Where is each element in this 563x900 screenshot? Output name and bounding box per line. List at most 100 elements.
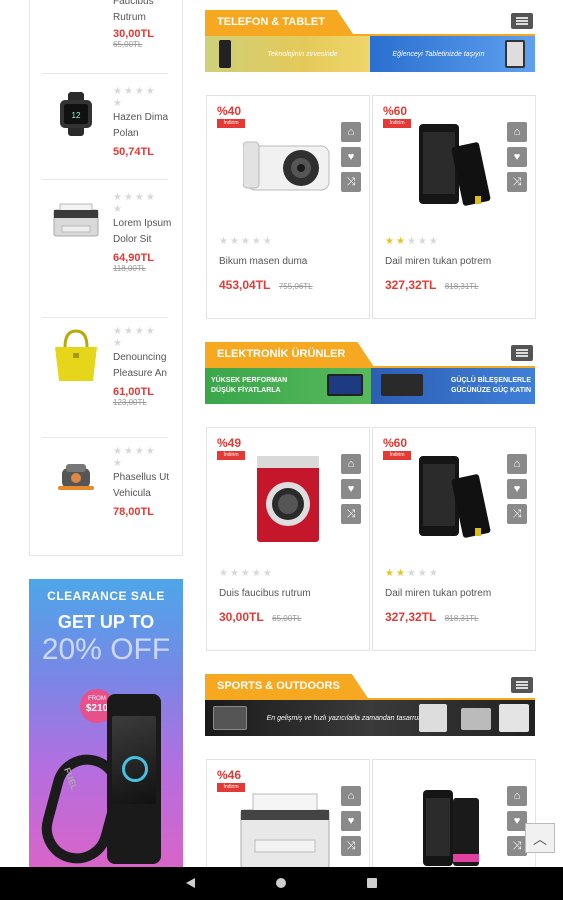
- grid-view-icon[interactable]: [511, 677, 533, 693]
- phone-image[interactable]: [413, 122, 493, 217]
- product-price: 30,00TL: [113, 28, 154, 40]
- shopping-bag-icon[interactable]: ⌂: [341, 122, 361, 142]
- printer-image[interactable]: [50, 194, 102, 246]
- product-card[interactable]: ⌂ ♥ ⤨: [372, 759, 536, 867]
- product-old-price: 755,06TL: [278, 282, 313, 291]
- price-row: 453,04TL 755,06TL: [219, 276, 313, 294]
- back-icon[interactable]: [186, 878, 195, 888]
- section-title[interactable]: TELEFON & TABLET: [205, 10, 353, 34]
- product-name[interactable]: Hazen Dima Polan: [113, 110, 173, 142]
- list-item[interactable]: ★★★★ ★ Denouncing Pleasure An 61,00TL 123…: [42, 318, 168, 438]
- grid-view-icon[interactable]: [511, 13, 533, 29]
- product-old-price: 118,00TL: [113, 264, 147, 273]
- product-price: 61,00TL: [113, 386, 154, 398]
- sidebar-product-list: Faucibus Rutrum 30,00TL 65,00TL 12 ★★★★ ★…: [29, 0, 183, 556]
- shuffle-icon[interactable]: ⤨: [341, 504, 361, 524]
- product-name[interactable]: Denouncing Pleasure An: [113, 350, 173, 382]
- phone-image[interactable]: [413, 454, 493, 549]
- home-icon[interactable]: [276, 878, 286, 888]
- product-name[interactable]: Faucibus Rutrum: [113, 0, 173, 26]
- banner-left-text: En gelişmiş ve hızlı yazıcılarla zamanda…: [266, 714, 436, 722]
- promo-title: CLEARANCE SALE: [47, 589, 165, 603]
- shopping-bag-icon[interactable]: ⌂: [507, 454, 527, 474]
- svg-text:12: 12: [72, 111, 81, 120]
- shopping-bag-icon[interactable]: ⌂: [507, 122, 527, 142]
- price-row: 327,32TL 818,31TL: [385, 608, 479, 626]
- list-item[interactable]: 12 ★★★★ ★ Hazen Dima Polan 50,74TL: [42, 74, 168, 180]
- banner-left: YÜKSEK PERFORMAN DÜŞÜK FİYATLARLA: [205, 368, 371, 404]
- heart-icon[interactable]: ♥: [341, 811, 361, 831]
- washer-image[interactable]: [255, 454, 321, 549]
- shopping-bag-icon[interactable]: ⌂: [341, 454, 361, 474]
- banner-left-text: Teknolojinin zirvesinde: [267, 50, 338, 58]
- product-name[interactable]: Phasellus Ut Vehicula: [113, 470, 173, 502]
- chevron-up-icon[interactable]: ︿: [525, 823, 555, 853]
- shuffle-icon[interactable]: ⤨: [341, 172, 361, 192]
- shopping-bag-icon[interactable]: ⌂: [341, 786, 361, 806]
- printer-image: [499, 704, 529, 732]
- product-name[interactable]: Duis faucibus rutrum: [219, 588, 311, 599]
- product-name[interactable]: Lorem Ipsum Dolor Sit: [113, 216, 173, 248]
- section-title[interactable]: SPORTS & OUTDOORS: [205, 674, 368, 698]
- printer-image: [213, 706, 247, 730]
- category-banner-electronics[interactable]: YÜKSEK PERFORMAN DÜŞÜK FİYATLARLA GÜÇLÜ …: [205, 368, 535, 404]
- banner-left: Teknolojinin zirvesinde: [205, 36, 370, 72]
- product-name[interactable]: Dail miren tukan potrem: [385, 588, 491, 599]
- recent-apps-icon[interactable]: [367, 878, 377, 888]
- discount-label: %60: [383, 104, 408, 118]
- heart-icon[interactable]: ♥: [507, 811, 527, 831]
- list-item[interactable]: ★★★★ ★ Lorem Ipsum Dolor Sit 64,90TL 118,…: [42, 180, 171, 318]
- heart-icon[interactable]: ♥: [507, 479, 527, 499]
- camera-image[interactable]: [242, 138, 333, 199]
- cooker-image[interactable]: [50, 450, 102, 502]
- discount-tag: İndirim: [383, 119, 411, 128]
- discount-tag: İndirim: [217, 783, 245, 792]
- rating-stars: ★★★★★: [385, 568, 440, 579]
- grid-view-icon[interactable]: [511, 345, 533, 361]
- phone-screen: [112, 716, 156, 804]
- product-old-price: 123,00TL: [113, 398, 147, 407]
- banner-right: Eğlenceyi Tabletinizde taşıyın: [370, 36, 535, 72]
- promo-subtitle: GET UP TO: [57, 612, 155, 632]
- category-banner-sports[interactable]: En gelişmiş ve hızlı yazıcılarla zamanda…: [205, 700, 535, 736]
- shuffle-icon[interactable]: ⤨: [507, 504, 527, 524]
- product-name[interactable]: Dail miren tukan potrem: [385, 256, 491, 267]
- product-card[interactable]: %60 İndirim ⌂ ♥ ⤨ ★★★★★ Dail miren tukan…: [372, 95, 536, 319]
- shuffle-icon[interactable]: ⤨: [341, 836, 361, 856]
- rating-stars: ★★★★★: [113, 446, 157, 469]
- laptop-image: [327, 374, 363, 396]
- heart-icon[interactable]: ♥: [341, 147, 361, 167]
- list-item[interactable]: ★★★★ ★ Phasellus Ut Vehicula 78,00TL: [42, 438, 169, 538]
- section-title[interactable]: ELEKTRONİK ÜRÜNLER: [205, 342, 373, 366]
- category-banner-phones[interactable]: Teknolojinin zirvesinde Eğlenceyi Tablet…: [205, 36, 535, 72]
- banner-right-text: Eğlenceyi Tabletinizde taşıyın: [392, 50, 485, 58]
- card-actions: ⌂ ♥ ⤨: [507, 454, 527, 529]
- shuffle-icon[interactable]: ⤨: [507, 172, 527, 192]
- product-name[interactable]: Bikum masen duma: [219, 256, 307, 267]
- phone-image[interactable]: [419, 788, 489, 873]
- badge-from: FROM: [88, 696, 106, 702]
- system-nav-bar: [0, 867, 563, 900]
- graphics-card-image: [381, 374, 423, 396]
- heart-icon[interactable]: ♥: [507, 147, 527, 167]
- price-row: 327,32TL 818,31TL: [385, 276, 479, 294]
- handbag-image[interactable]: [50, 326, 102, 384]
- smartwatch-image[interactable]: 12: [50, 88, 102, 140]
- section-header-phones: TELEFON & TABLET: [205, 10, 535, 36]
- heart-icon[interactable]: ♥: [341, 479, 361, 499]
- printer-image[interactable]: [237, 792, 333, 873]
- discount-tag: İndirim: [383, 451, 411, 460]
- product-card[interactable]: %40 İndirim ⌂ ♥ ⤨ ★★★★★ Bikum masen duma…: [206, 95, 370, 319]
- shuffle-icon[interactable]: ⤨: [507, 836, 527, 856]
- product-card[interactable]: %46 İndirim ⌂ ♥ ⤨: [206, 759, 370, 869]
- clearance-sale-banner[interactable]: CLEARANCE SALE GET UP TO 20% OFF FROM $2…: [29, 579, 183, 867]
- shopping-bag-icon[interactable]: ⌂: [507, 786, 527, 806]
- product-card[interactable]: %49 İndirim ⌂ ♥ ⤨ ★★★★★ Duis faucibus ru…: [206, 427, 370, 651]
- product-card[interactable]: %60 İndirim ⌂ ♥ ⤨ ★★★★★ Dail miren tukan…: [372, 427, 536, 651]
- product-price: 30,00TL: [219, 610, 264, 624]
- product-old-price: 65,00TL: [272, 614, 302, 623]
- list-item[interactable]: Faucibus Rutrum 30,00TL 65,00TL: [42, 0, 168, 74]
- discount-tag: İndirim: [217, 451, 245, 460]
- product-price: 327,32TL: [385, 610, 437, 624]
- banner-left-text: YÜKSEK PERFORMAN DÜŞÜK FİYATLARLA: [211, 377, 288, 394]
